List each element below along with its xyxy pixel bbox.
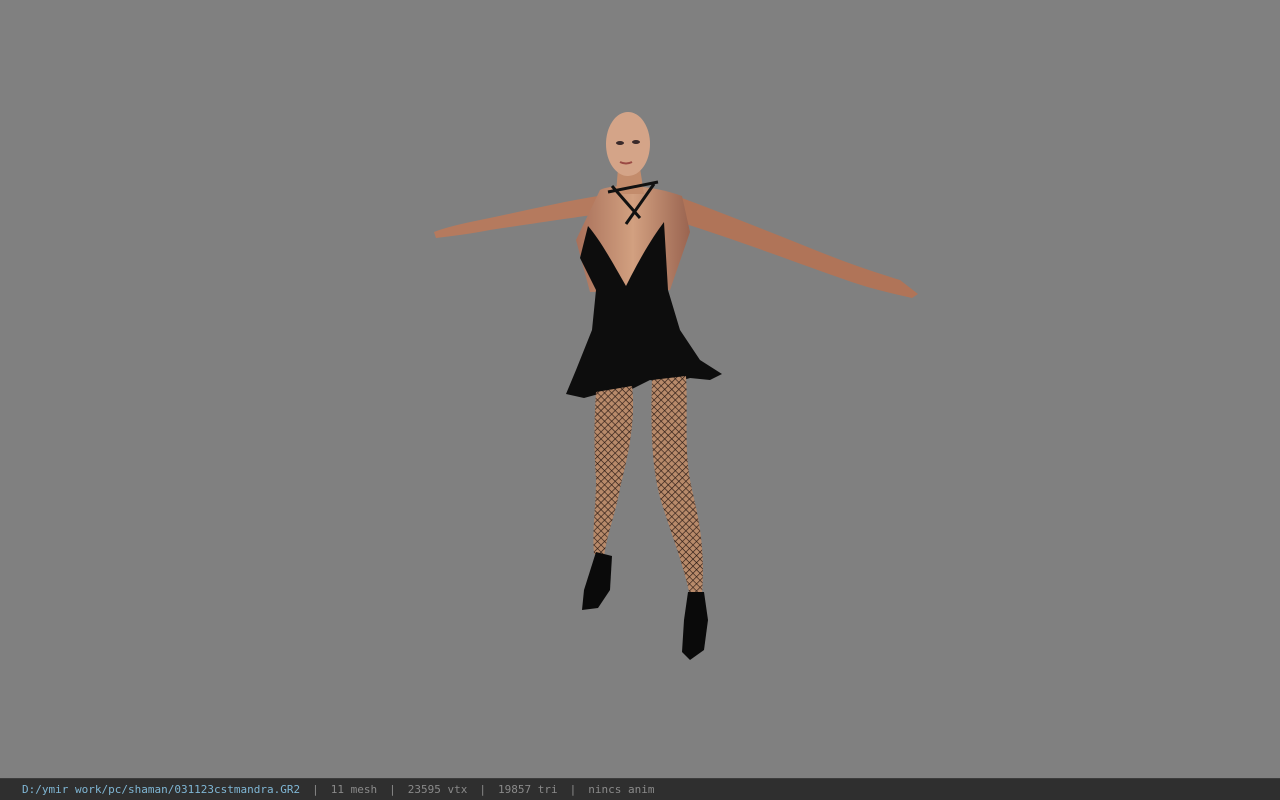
right-leg [651,376,703,596]
left-boot [582,552,612,610]
file-path: D:/ymir work/pc/shaman/031123cstmandra.G… [22,783,301,796]
left-leg [593,386,634,556]
right-boot [682,592,708,660]
right-arm [680,198,918,298]
animation-status: nincs anim [588,783,655,796]
character-model[interactable] [0,0,1280,778]
separator: | [479,783,486,796]
right-eye [632,140,640,144]
mesh-count: 11 mesh [330,783,378,796]
separator: | [569,783,577,796]
vertex-count: 23595 vtx [407,783,468,796]
separator: | [312,783,319,796]
left-eye [616,141,624,145]
triangle-count: 19857 tri [498,783,558,796]
status-bar: D:/ymir work/pc/shaman/031123cstmandra.G… [0,778,1280,800]
left-arm [434,196,600,238]
head [606,112,650,176]
separator: | [389,783,396,796]
3d-viewport[interactable] [0,0,1280,778]
